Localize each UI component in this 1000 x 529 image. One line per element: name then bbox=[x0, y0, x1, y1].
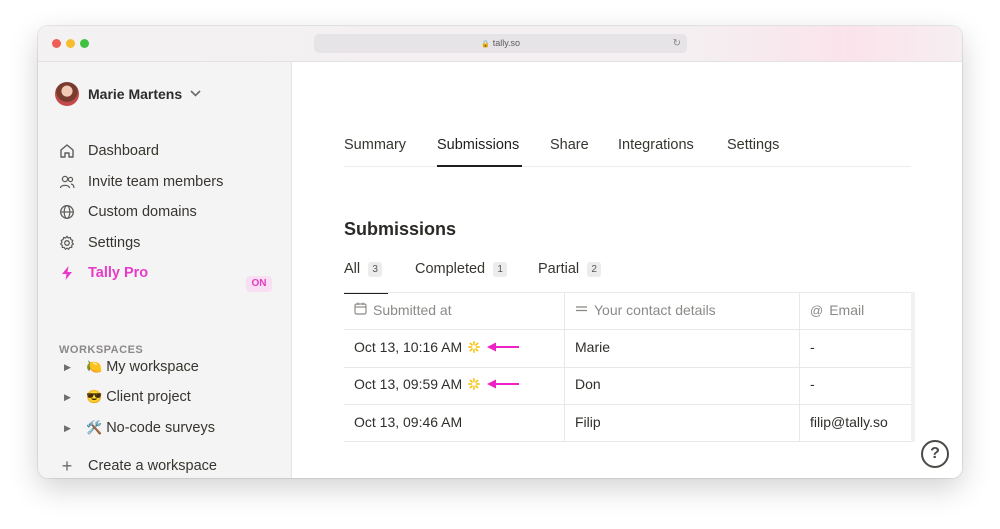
column-header-label: Your contact details bbox=[594, 302, 716, 318]
workspace-item-client-project[interactable]: ▶ 😎 Client project bbox=[64, 389, 191, 405]
sidebar-item-label: Settings bbox=[88, 235, 141, 251]
help-button[interactable]: ? bbox=[921, 440, 949, 468]
cell-text: Oct 13, 09:59 AM bbox=[354, 376, 463, 392]
cell-contact[interactable]: Don bbox=[575, 376, 601, 392]
partial-submission-icon bbox=[468, 341, 481, 353]
count-badge: 3 bbox=[368, 261, 383, 277]
column-header-contact[interactable]: Your contact details bbox=[575, 302, 716, 318]
sidebar-item-label: Tally Pro bbox=[88, 265, 149, 281]
calendar-icon bbox=[354, 302, 367, 318]
maximize-window-button[interactable] bbox=[80, 39, 89, 48]
cell-contact[interactable]: Filip bbox=[575, 414, 601, 430]
workspace-label: Client project bbox=[106, 389, 191, 405]
filter-completed[interactable]: Completed 1 bbox=[415, 261, 508, 277]
lock-icon: 🔒 bbox=[480, 41, 490, 48]
sidebar-item-custom-domains[interactable]: Custom domains bbox=[59, 204, 197, 220]
column-header-label: Submitted at bbox=[373, 302, 452, 318]
form-tabs: Summary Submissions Share Integrations S… bbox=[344, 62, 911, 167]
cell-submitted-at[interactable]: Oct 13, 09:46 AM bbox=[354, 414, 462, 430]
workspace-label: My workspace bbox=[106, 359, 199, 375]
filter-label: Partial bbox=[538, 261, 580, 277]
page-title: Submissions bbox=[344, 219, 457, 239]
workspace-label: No-code surveys bbox=[106, 420, 215, 436]
sunglasses-icon: 😎 bbox=[86, 389, 103, 404]
plus-icon: + bbox=[61, 456, 73, 476]
table-scroll-edge bbox=[911, 292, 915, 442]
pro-status-badge: ON bbox=[246, 276, 272, 292]
table-border bbox=[344, 441, 911, 442]
user-name: Marie Martens bbox=[88, 86, 183, 102]
arrow-left-icon bbox=[487, 342, 520, 352]
tab-share[interactable]: Share bbox=[550, 137, 589, 153]
expand-triangle-icon[interactable]: ▶ bbox=[64, 423, 76, 434]
partial-submission-icon bbox=[468, 378, 481, 390]
create-workspace-button[interactable]: + Create a workspace bbox=[59, 456, 217, 476]
workspace-item-my-workspace[interactable]: ▶ 🍋 My workspace bbox=[64, 359, 199, 375]
lemon-icon: 🍋 bbox=[86, 359, 103, 374]
sidebar-item-dashboard[interactable]: Dashboard bbox=[59, 143, 159, 159]
cell-submitted-at[interactable]: Oct 13, 10:16 AM bbox=[354, 339, 520, 355]
sidebar-item-label: Invite team members bbox=[88, 174, 224, 190]
tab-settings[interactable]: Settings bbox=[727, 137, 779, 153]
table-border bbox=[344, 404, 911, 405]
submissions-table: Submitted at Your contact details @ Emai… bbox=[344, 292, 911, 442]
browser-window: 🔒 tally.so ↻ Marie Martens Dashboard Invi… bbox=[38, 26, 962, 478]
workspaces-heading: WORKSPACES bbox=[59, 344, 144, 356]
text-field-icon bbox=[575, 302, 588, 318]
column-header-email[interactable]: @ Email bbox=[810, 302, 864, 318]
count-badge: 1 bbox=[493, 261, 508, 277]
tools-icon: 🛠️ bbox=[86, 420, 103, 435]
table-border bbox=[344, 367, 911, 368]
column-divider bbox=[799, 292, 800, 442]
user-menu[interactable]: Marie Martens bbox=[55, 82, 201, 106]
close-window-button[interactable] bbox=[52, 39, 61, 48]
users-icon bbox=[59, 174, 75, 190]
avatar bbox=[55, 82, 79, 106]
minimize-window-button[interactable] bbox=[66, 39, 75, 48]
expand-triangle-icon[interactable]: ▶ bbox=[64, 362, 76, 373]
sidebar-item-label: Dashboard bbox=[88, 143, 159, 159]
sidebar: Marie Martens Dashboard Invite team memb… bbox=[38, 62, 292, 478]
gear-icon bbox=[59, 235, 75, 251]
browser-titlebar: 🔒 tally.so ↻ bbox=[38, 26, 962, 62]
table-border bbox=[344, 329, 911, 330]
column-divider bbox=[564, 292, 565, 442]
filter-partial[interactable]: Partial 2 bbox=[538, 261, 602, 277]
tab-summary[interactable]: Summary bbox=[344, 137, 406, 153]
sidebar-item-label: Custom domains bbox=[88, 204, 197, 220]
tab-integrations[interactable]: Integrations bbox=[618, 137, 694, 153]
chevron-down-icon bbox=[190, 89, 201, 100]
reload-icon[interactable]: ↻ bbox=[673, 34, 681, 53]
cell-email[interactable]: filip@tally.so bbox=[810, 414, 888, 430]
url-text: tally.so bbox=[492, 38, 521, 48]
cell-email[interactable]: - bbox=[810, 339, 815, 355]
filter-all[interactable]: All 3 bbox=[344, 261, 383, 277]
main-content: Summary Submissions Share Integrations S… bbox=[293, 62, 962, 478]
workspace-item-no-code-surveys[interactable]: ▶ 🛠️ No-code surveys bbox=[64, 420, 215, 436]
filter-label: All bbox=[344, 261, 361, 277]
globe-icon bbox=[59, 204, 75, 220]
cell-email[interactable]: - bbox=[810, 376, 815, 392]
sidebar-item-tally-pro[interactable]: Tally Pro bbox=[59, 265, 148, 281]
filter-label: Completed bbox=[415, 261, 486, 277]
expand-triangle-icon[interactable]: ▶ bbox=[64, 392, 76, 403]
at-sign-icon: @ bbox=[810, 302, 824, 318]
column-header-submitted-at[interactable]: Submitted at bbox=[354, 302, 452, 318]
tab-submissions[interactable]: Submissions bbox=[437, 137, 519, 153]
address-bar[interactable]: 🔒 tally.so ↻ bbox=[314, 34, 687, 53]
sidebar-item-invite[interactable]: Invite team members bbox=[59, 174, 223, 190]
cell-submitted-at[interactable]: Oct 13, 09:59 AM bbox=[354, 376, 520, 392]
table-border bbox=[344, 292, 911, 293]
cell-contact[interactable]: Marie bbox=[575, 339, 610, 355]
active-tab-indicator bbox=[437, 165, 522, 167]
count-badge: 2 bbox=[587, 261, 602, 277]
cell-text: Oct 13, 10:16 AM bbox=[354, 339, 463, 355]
lightning-icon bbox=[59, 265, 75, 281]
sidebar-item-settings[interactable]: Settings bbox=[59, 235, 140, 251]
column-header-label: Email bbox=[829, 302, 865, 318]
arrow-left-icon bbox=[487, 379, 520, 389]
home-icon bbox=[59, 143, 75, 159]
create-workspace-label: Create a workspace bbox=[88, 458, 217, 474]
